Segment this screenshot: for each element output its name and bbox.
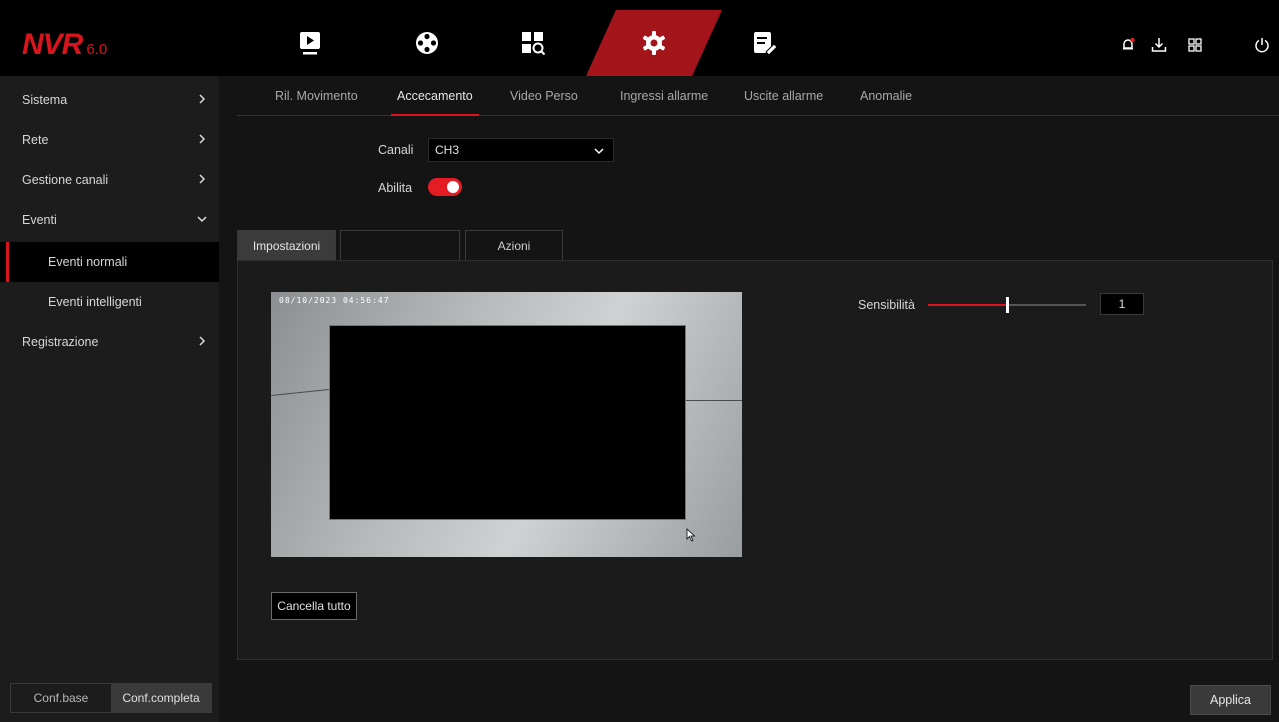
tab-anomalie[interactable]: Anomalie: [860, 76, 912, 116]
subtab-blank[interactable]: [340, 230, 460, 260]
download-icon: [1151, 38, 1167, 52]
power-button[interactable]: [1253, 36, 1271, 54]
main-content: Ril. Movimento Accecamento Video Perso I…: [219, 76, 1279, 722]
tab-ril-movimento[interactable]: Ril. Movimento: [275, 76, 358, 116]
sidebar-item-label: Rete: [22, 133, 49, 147]
channel-value: CH3: [435, 143, 460, 157]
channel-select[interactable]: CH3: [428, 138, 614, 162]
power-icon: [1255, 38, 1269, 53]
chevron-right-icon: [199, 134, 206, 144]
sensitivity-label: Sensibilità: [858, 298, 915, 312]
nav-settings[interactable]: [609, 10, 699, 76]
sidebar-item-gestione-canali[interactable]: Gestione canali: [0, 160, 219, 200]
sidebar-item-label: Registrazione: [22, 335, 99, 349]
chevron-right-icon: [199, 336, 206, 346]
sidebar-item-label: Sistema: [22, 93, 68, 107]
subtab-azioni[interactable]: Azioni: [465, 230, 563, 260]
top-bar: NVR 6.0: [0, 0, 1279, 76]
event-tabs: Ril. Movimento Accecamento Video Perso I…: [237, 76, 1279, 116]
enable-toggle[interactable]: [428, 178, 462, 196]
sidebar-item-label: Gestione canali: [22, 173, 109, 187]
sensitivity-thumb[interactable]: [1006, 297, 1009, 313]
alarm-bell-button[interactable]: [1119, 36, 1137, 54]
chevron-right-icon: [199, 174, 206, 184]
sidebar-item-rete[interactable]: Rete: [0, 120, 219, 160]
logo-text: NVR: [22, 28, 83, 61]
sensitivity-fill: [928, 304, 1007, 306]
sidebar-item-sistema[interactable]: Sistema: [0, 80, 219, 120]
blind-detection-area[interactable]: [329, 325, 686, 520]
subtab-impostazioni[interactable]: Impostazioni: [237, 230, 336, 260]
logo-version: 6.0: [86, 41, 108, 58]
toggle-knob: [447, 181, 459, 193]
playback-icon: [300, 32, 320, 55]
config-mode-switch: Conf.base Conf.completa: [10, 683, 212, 713]
sidebar-item-label: Eventi intelligenti: [48, 295, 142, 309]
sidebar-item-eventi[interactable]: Eventi: [0, 200, 219, 240]
maintenance-icon: [754, 32, 778, 56]
nav-video[interactable]: [382, 10, 472, 76]
logo: NVR 6.0: [22, 28, 107, 62]
search-grid-icon: [522, 32, 546, 56]
sensitivity-slider[interactable]: [928, 297, 1086, 313]
tab-accecamento[interactable]: Accecamento: [391, 76, 479, 116]
nav-search[interactable]: [488, 10, 578, 76]
preview-scene-line: [271, 388, 329, 397]
tab-uscite-allarme[interactable]: Uscite allarme: [744, 76, 823, 116]
sidebar-item-eventi-intelligenti[interactable]: Eventi intelligenti: [0, 282, 219, 322]
channel-label: Canali: [378, 143, 414, 157]
sidebar-item-registrazione[interactable]: Registrazione: [0, 322, 219, 362]
film-reel-icon: [416, 32, 438, 54]
chevron-right-icon: [199, 94, 206, 104]
nav-playback[interactable]: [265, 10, 355, 76]
settings-gear-icon: [642, 31, 666, 55]
sidebar-item-label: Eventi: [22, 213, 57, 227]
alarm-bell-icon: [1123, 37, 1135, 50]
sidebar: Sistema Rete Gestione canali Eventi Even…: [0, 76, 219, 722]
sensitivity-value[interactable]: 1: [1100, 293, 1144, 315]
multiscreen-icon: [1188, 38, 1202, 52]
sidebar-item-eventi-normali[interactable]: Eventi normali: [0, 242, 219, 282]
nav-maintenance[interactable]: [720, 10, 810, 76]
clear-all-button[interactable]: Cancella tutto: [271, 592, 357, 620]
tab-video-perso[interactable]: Video Perso: [510, 76, 578, 116]
chevron-down-icon: [197, 216, 207, 223]
preview-timestamp: 08/10/2023 04:56:47: [279, 296, 390, 305]
camera-preview[interactable]: 08/10/2023 04:56:47: [271, 292, 742, 557]
conf-base-button[interactable]: Conf.base: [11, 684, 111, 712]
tab-ingressi-allarme[interactable]: Ingressi allarme: [620, 76, 708, 116]
apply-button[interactable]: Applica: [1190, 685, 1271, 715]
mouse-cursor-icon: [686, 528, 696, 542]
conf-completa-button[interactable]: Conf.completa: [111, 684, 211, 712]
enable-label: Abilita: [378, 181, 413, 195]
sidebar-item-label: Eventi normali: [48, 255, 128, 269]
download-button[interactable]: [1150, 36, 1168, 54]
settings-panel: 08/10/2023 04:56:47 Cancella tutto Sensi…: [237, 260, 1273, 660]
chevron-down-icon: [594, 148, 604, 155]
preview-scene-line: [686, 400, 742, 401]
multiscreen-button[interactable]: [1186, 36, 1204, 54]
